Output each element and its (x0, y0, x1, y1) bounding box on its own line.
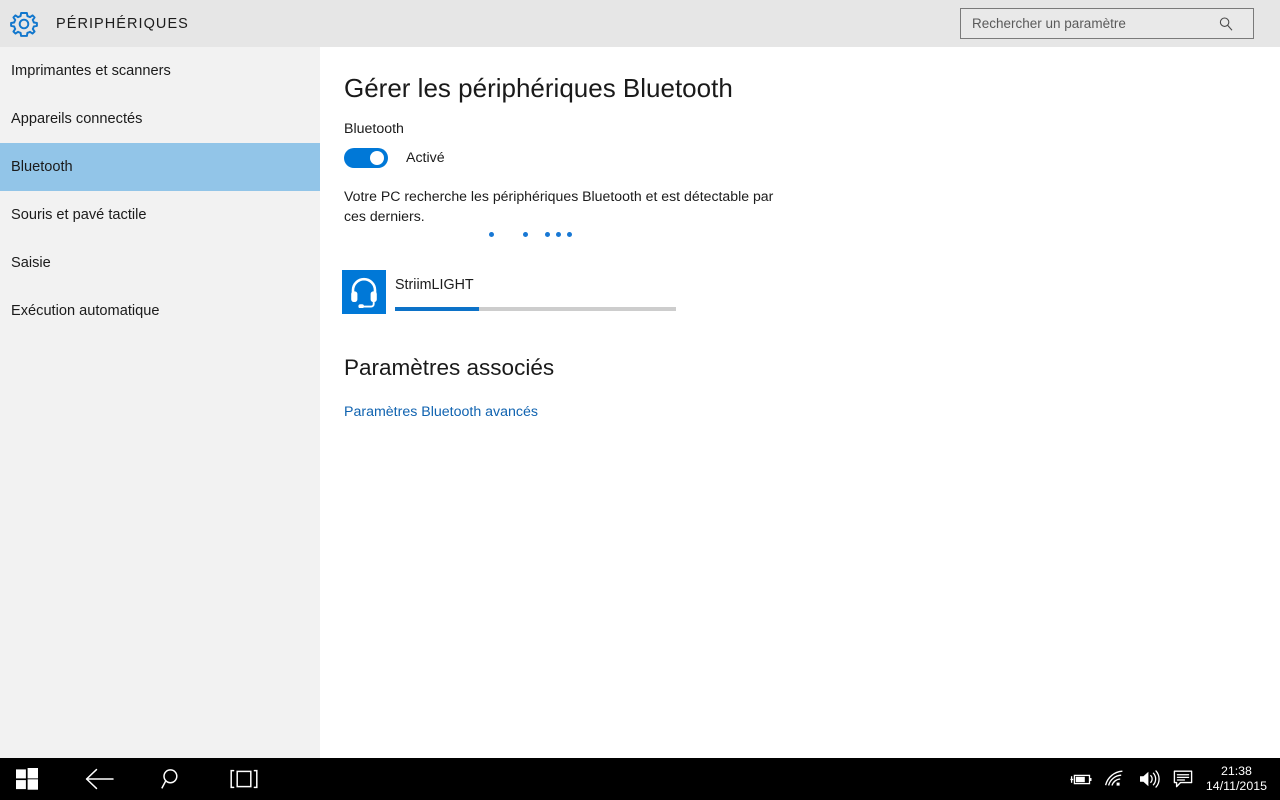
toggle-knob (370, 151, 384, 165)
settings-search-box[interactable] (960, 8, 1254, 39)
back-arrow-icon (85, 768, 114, 790)
clock-time: 21:38 (1220, 764, 1252, 778)
task-view-button[interactable] (216, 758, 272, 800)
page-title: Gérer les périphériques Bluetooth (344, 73, 733, 103)
clock[interactable]: 21:38 14/11/2015 (1206, 758, 1267, 800)
title-bar: PÉRIPHÉRIQUES (0, 0, 1280, 47)
sidebar-item-printers[interactable]: Imprimantes et scanners (0, 47, 320, 95)
battery-charging-icon (1070, 774, 1092, 785)
search-icon (1219, 16, 1233, 31)
network-tray-icon[interactable] (1098, 758, 1132, 800)
sidebar-item-label: Exécution automatique (11, 303, 160, 319)
task-view-icon (230, 769, 258, 789)
search-input[interactable] (961, 10, 1216, 37)
start-button[interactable] (0, 758, 54, 800)
notification-icon (1173, 770, 1193, 788)
progress-dot (556, 232, 561, 237)
bluetooth-label: Bluetooth (344, 121, 404, 137)
action-center-icon[interactable] (1166, 758, 1200, 800)
bluetooth-status-text: Votre PC recherche les périphériques Blu… (344, 188, 774, 224)
clock-date: 14/11/2015 (1205, 779, 1267, 793)
speaker-icon (1139, 770, 1160, 788)
sidebar-item-connected-devices[interactable]: Appareils connectés (0, 95, 320, 143)
sidebar-item-label: Saisie (11, 255, 51, 271)
wifi-icon (1104, 770, 1123, 786)
back-button[interactable] (72, 758, 128, 800)
toggle-state-label: Activé (406, 150, 445, 166)
bluetooth-device-item[interactable]: StriimLIGHT (342, 270, 702, 318)
taskbar: 21:38 14/11/2015 (0, 758, 1280, 800)
sidebar-item-label: Imprimantes et scanners (11, 63, 171, 79)
progress-dot (567, 232, 572, 237)
sidebar-item-label: Bluetooth (11, 159, 73, 175)
headset-icon (351, 277, 377, 308)
bluetooth-toggle[interactable] (344, 148, 388, 168)
volume-tray-icon[interactable] (1132, 758, 1166, 800)
app-title: PÉRIPHÉRIQUES (56, 15, 189, 32)
windows-logo-icon (16, 768, 38, 790)
related-settings-title: Paramètres associés (344, 355, 555, 380)
sidebar-item-bluetooth[interactable]: Bluetooth (0, 143, 320, 191)
device-progress-fill (395, 307, 480, 311)
progress-dot (545, 232, 550, 237)
search-icon (161, 769, 178, 789)
content-pane: Gérer les périphériques Bluetooth Blueto… (320, 47, 1280, 758)
sidebar-item-label: Appareils connectés (11, 111, 143, 127)
screen: PÉRIPHÉRIQUES Imprimantes et scanners Ap… (0, 0, 1280, 800)
bluetooth-toggle-row: Activé (344, 148, 445, 168)
advanced-bluetooth-settings-link[interactable]: Paramètres Bluetooth avancés (344, 404, 538, 420)
device-icon-tile (342, 270, 386, 314)
device-progress-track (395, 307, 676, 311)
taskbar-search-button[interactable] (144, 758, 200, 800)
progress-dot (523, 232, 528, 237)
sidebar-nav: Imprimantes et scanners Appareils connec… (0, 47, 320, 758)
sidebar-item-label: Souris et pavé tactile (11, 207, 147, 223)
device-name: StriimLIGHT (395, 277, 474, 293)
system-tray: 21:38 14/11/2015 (1064, 758, 1280, 800)
battery-tray-icon[interactable] (1064, 758, 1098, 800)
settings-window: PÉRIPHÉRIQUES Imprimantes et scanners Ap… (0, 0, 1280, 758)
sidebar-item-autoplay[interactable]: Exécution automatique (0, 287, 320, 335)
sidebar-item-mouse-touchpad[interactable]: Souris et pavé tactile (0, 191, 320, 239)
searching-indicator (344, 232, 644, 244)
gear-icon (10, 11, 38, 37)
progress-dot (489, 232, 494, 237)
sidebar-item-typing[interactable]: Saisie (0, 239, 320, 287)
